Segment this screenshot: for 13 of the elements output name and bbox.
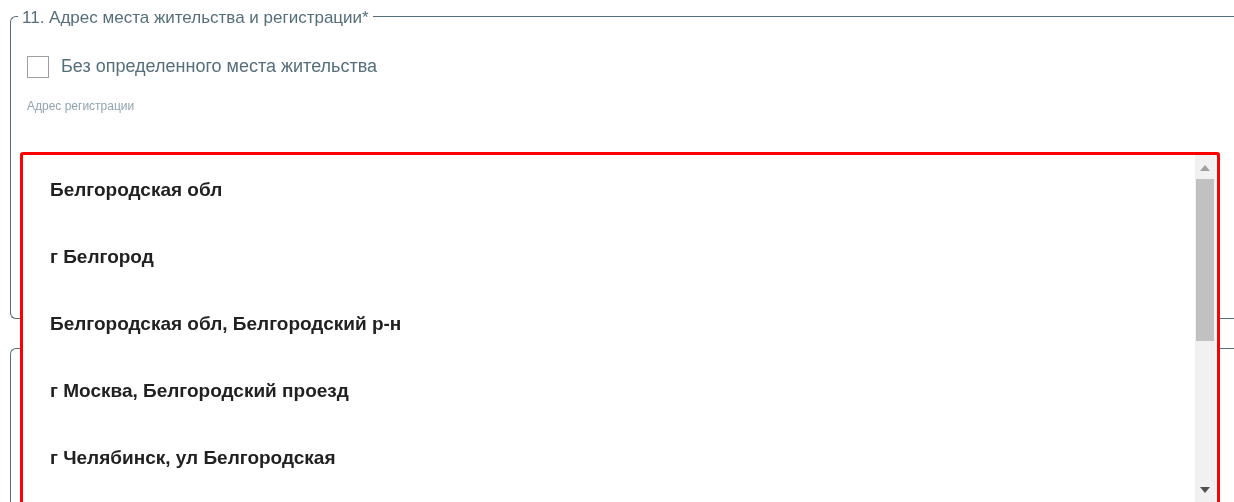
- scroll-up-icon[interactable]: [1200, 165, 1210, 171]
- suggestion-item[interactable]: Белгородская обл, Белгородский р-н: [23, 307, 1195, 374]
- field-label: Адрес регистрации: [27, 98, 136, 115]
- suggestion-item[interactable]: г Москва, Белгородский проезд: [23, 374, 1195, 441]
- section-legend: 11. Адрес места жительства и регистрации*: [18, 8, 373, 28]
- suggestion-item[interactable]: Белгородская обл: [23, 173, 1195, 240]
- scrollbar[interactable]: [1195, 155, 1215, 502]
- suggestion-item[interactable]: г Белгород: [23, 240, 1195, 307]
- checkbox[interactable]: [27, 55, 49, 78]
- scroll-down-icon[interactable]: [1200, 487, 1210, 493]
- suggestion-item[interactable]: г Челябинск, ул Белгородская: [23, 441, 1195, 502]
- scrollbar-thumb[interactable]: [1196, 179, 1214, 341]
- checkbox-label: Без определенного места жительства: [61, 55, 378, 78]
